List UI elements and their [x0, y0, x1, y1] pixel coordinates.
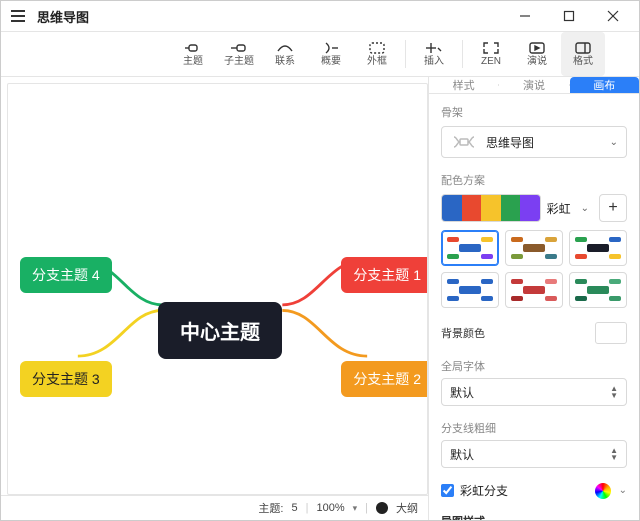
toolbar-label: 子主题 [224, 57, 254, 67]
toolbar-label: 主题 [183, 57, 203, 67]
boundary-icon [368, 41, 386, 55]
chevron-down-icon[interactable]: ⌄ [619, 485, 627, 496]
title-bar: 思维导图 [1, 1, 639, 32]
status-zoom[interactable]: 100% [316, 502, 344, 514]
theme-thumbnail[interactable] [441, 272, 499, 308]
rainbow-branch-label: 彩虹分支 [460, 482, 508, 499]
subtopic-icon [230, 41, 248, 55]
branch-width-value: 默认 [450, 446, 474, 463]
stepper-icon: ▲▼ [610, 447, 618, 461]
scheme-add-button[interactable]: + [599, 194, 627, 222]
branch-node-tr[interactable]: 分支主题 1 [341, 257, 428, 293]
format-panel: 样式 演说 画布 骨架 思维导图 ⌄ [428, 77, 639, 520]
skeleton-select[interactable]: 思维导图 ⌄ [441, 126, 627, 158]
toolbar-summary[interactable]: 概要 [309, 32, 353, 76]
toolbar-label: 格式 [573, 57, 593, 67]
status-dot-icon[interactable] [376, 502, 388, 514]
toolbar-label: 联系 [275, 57, 295, 67]
window-maximize-button[interactable] [547, 1, 591, 31]
theme-thumbnail[interactable] [441, 230, 499, 266]
toolbar-present[interactable]: 演说 [515, 32, 559, 76]
rainbow-branch-checkbox[interactable] [441, 484, 454, 497]
branch-width-label: 分支线粗细 [441, 420, 627, 436]
panel-tab-style[interactable]: 样式 [429, 77, 498, 93]
toolbar-relation[interactable]: 联系 [263, 32, 307, 76]
toolbar-insert[interactable]: 插入 [412, 32, 456, 76]
center-topic-node[interactable]: 中心主题 [158, 302, 282, 359]
branch-node-br[interactable]: 分支主题 2 [341, 361, 428, 397]
panel-tab-present[interactable]: 演说 [499, 77, 568, 93]
toolbar-subtopic[interactable]: 子主题 [217, 32, 261, 76]
global-font-select[interactable]: 默认 ▲▼ [441, 378, 627, 406]
menu-button[interactable] [5, 3, 31, 29]
branch-width-select[interactable]: 默认 ▲▼ [441, 440, 627, 468]
scheme-select[interactable] [441, 194, 541, 222]
zen-icon [482, 41, 500, 55]
plus-icon [425, 41, 443, 55]
theme-thumbnail[interactable] [569, 230, 627, 266]
global-font-value: 默认 [450, 384, 474, 401]
status-bar: 主题: 5 | 100% ▾ | 大纲 [1, 495, 428, 520]
mindmap-canvas[interactable]: 中心主题 分支主题 4 分支主题 3 分支主题 1 分支主题 2 [7, 83, 428, 495]
scheme-label: 配色方案 [441, 172, 627, 188]
bgcolor-label: 背景颜色 [441, 325, 485, 341]
stepper-icon: ▲▼ [610, 385, 618, 399]
skeleton-value: 思维导图 [486, 134, 602, 151]
rainbow-color-icon[interactable] [595, 483, 611, 499]
bgcolor-swatch[interactable] [595, 322, 627, 344]
toolbar: 主题 子主题 联系 概要 外框 插入 ZEN 演说 [1, 32, 639, 77]
status-topic-label: 主题: [258, 500, 283, 516]
window-minimize-button[interactable] [503, 1, 547, 31]
toolbar-topic[interactable]: 主题 [171, 32, 215, 76]
theme-thumbnail[interactable] [505, 272, 563, 308]
global-font-label: 全局字体 [441, 358, 627, 374]
topic-icon [184, 41, 202, 55]
toolbar-format[interactable]: 格式 [561, 32, 605, 76]
window-close-button[interactable] [591, 1, 635, 31]
status-topic-count: 5 [291, 502, 297, 514]
theme-thumbnail[interactable] [569, 272, 627, 308]
toolbar-label: ZEN [481, 57, 501, 67]
chevron-down-icon: ⌄ [610, 137, 618, 148]
relation-icon [276, 41, 294, 55]
status-outline[interactable]: 大纲 [396, 500, 418, 516]
panel-tab-canvas[interactable]: 画布 [570, 77, 639, 93]
branch-node-tl[interactable]: 分支主题 4 [20, 257, 112, 293]
toolbar-label: 概要 [321, 57, 341, 67]
toolbar-boundary[interactable]: 外框 [355, 32, 399, 76]
chevron-down-icon[interactable]: ▾ [353, 503, 358, 514]
theme-thumbnail[interactable] [505, 230, 563, 266]
toolbar-zen[interactable]: ZEN [469, 32, 513, 76]
app-title: 思维导图 [37, 7, 89, 26]
toolbar-label: 外框 [367, 57, 387, 67]
map-style-label: 导图样式 [441, 513, 627, 520]
branch-node-bl[interactable]: 分支主题 3 [20, 361, 112, 397]
toolbar-label: 演说 [527, 57, 547, 67]
scheme-value: 彩虹 [547, 200, 571, 217]
summary-icon [322, 41, 340, 55]
chevron-down-icon[interactable]: ⌄ [577, 203, 593, 214]
skeleton-label: 骨架 [441, 104, 627, 120]
toolbar-label: 插入 [424, 57, 444, 67]
format-panel-icon [574, 41, 592, 55]
play-icon [528, 41, 546, 55]
skeleton-icon [450, 133, 478, 151]
